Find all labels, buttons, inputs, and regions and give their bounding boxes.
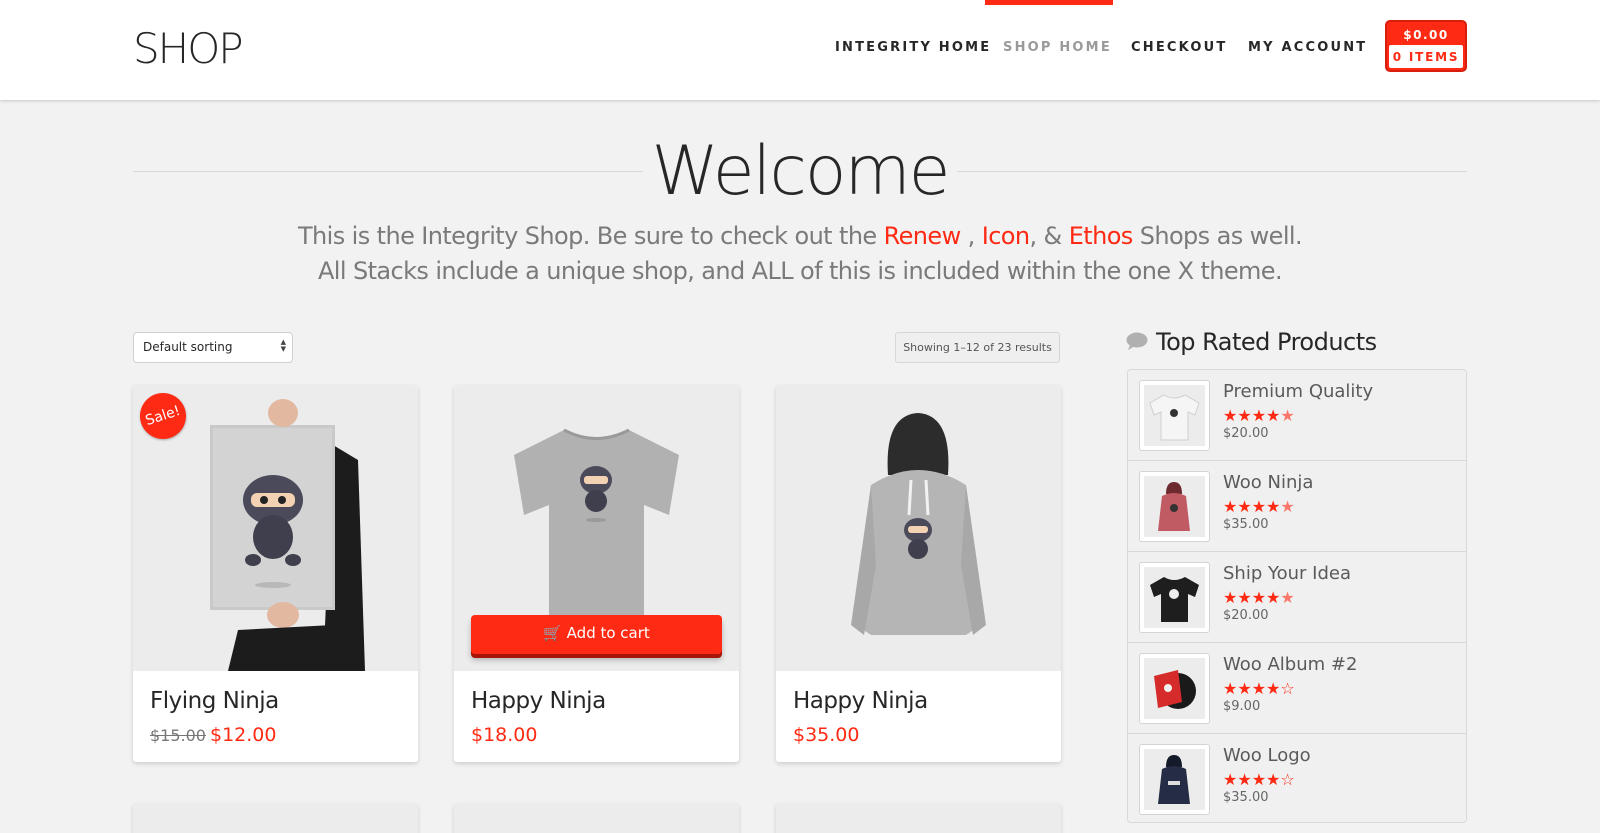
add-to-cart-label: Add to cart <box>566 624 650 642</box>
star-rating: ★★★★☆ <box>1223 679 1295 698</box>
product-price: $15.00 $12.00 <box>150 724 276 746</box>
top-rated-name[interactable]: Woo Logo <box>1223 745 1311 766</box>
product-card-partial[interactable] <box>454 803 739 833</box>
intro-separator: , <box>960 222 982 250</box>
product-title[interactable]: Happy Ninja <box>471 688 606 714</box>
renew-link[interactable]: Renew <box>884 222 962 250</box>
top-rated-price: $20.00 <box>1223 608 1269 623</box>
top-rated-name[interactable]: Ship Your Idea <box>1223 563 1351 584</box>
product-price: $18.00 <box>471 724 538 746</box>
top-rated-name[interactable]: Woo Album #2 <box>1223 654 1357 675</box>
star-rating: ★★★★★ <box>1223 497 1295 516</box>
nav-my-account[interactable]: MY ACCOUNT <box>1248 40 1367 55</box>
product-old-price: $15.00 <box>150 726 206 745</box>
site-header: SHOP INTEGRITY HOME SHOP HOME CHECKOUT M… <box>0 0 1600 100</box>
product-title[interactable]: Happy Ninja <box>793 688 928 714</box>
top-rated-name[interactable]: Woo Ninja <box>1223 472 1313 493</box>
cart-button[interactable]: $0.00 0 ITEMS <box>1385 20 1467 72</box>
top-rated-list: Premium Quality ★★★★★ $20.00 Woo Ninja ★… <box>1127 369 1467 823</box>
product-card[interactable]: Sale! Flying Ninja $15.00 $12.00 <box>133 385 418 762</box>
cart-item-count: 0 ITEMS <box>1389 45 1463 68</box>
product-thumbnail-album[interactable] <box>1139 653 1210 724</box>
product-card[interactable]: 🛒 Add to cart Happy Ninja $18.00 <box>454 385 739 762</box>
icon-link[interactable]: Icon <box>982 222 1030 250</box>
cart-icon: 🛒 <box>543 624 562 642</box>
site-logo[interactable]: SHOP <box>133 24 244 73</box>
top-rated-price: $35.00 <box>1223 790 1269 805</box>
intro-line-2: All Stacks include a unique shop, and AL… <box>317 257 1283 285</box>
nav-checkout[interactable]: CHECKOUT <box>1131 40 1227 55</box>
intro-text: Shops as well. <box>1132 222 1303 250</box>
top-rated-item[interactable]: Woo Logo ★★★★☆ $35.00 <box>1128 734 1466 822</box>
cart-total: $0.00 <box>1403 28 1449 42</box>
product-thumbnail-black-tshirt[interactable] <box>1139 562 1210 633</box>
active-nav-indicator <box>985 0 1113 5</box>
welcome-title: Welcome <box>651 132 950 211</box>
star-rating: ★★★★★ <box>1223 406 1295 425</box>
top-rated-item[interactable]: Ship Your Idea ★★★★★ $20.00 <box>1128 552 1466 643</box>
product-thumbnail-white-tshirt[interactable] <box>1139 380 1210 451</box>
product-card-partial[interactable] <box>776 803 1061 833</box>
sort-value: Default sorting <box>143 340 233 354</box>
top-rated-price: $35.00 <box>1223 517 1269 532</box>
product-card[interactable]: Happy Ninja $35.00 <box>776 385 1061 762</box>
star-rating: ★★★★☆ <box>1223 770 1295 789</box>
product-image-ninja-hoodie[interactable] <box>776 385 1061 671</box>
speech-bubble-icon <box>1126 332 1148 350</box>
result-count: Showing 1–12 of 23 results <box>895 332 1060 363</box>
intro-separator: , & <box>1029 222 1069 250</box>
top-rated-item[interactable]: Woo Ninja ★★★★★ $35.00 <box>1128 461 1466 552</box>
top-rated-item[interactable]: Woo Album #2 ★★★★☆ $9.00 <box>1128 643 1466 734</box>
widget-title: Top Rated Products <box>1156 328 1377 356</box>
product-thumbnail-navy-hoodie[interactable] <box>1139 744 1210 815</box>
product-price: $35.00 <box>793 724 860 746</box>
top-rated-name[interactable]: Premium Quality <box>1223 381 1373 402</box>
add-to-cart-button[interactable]: 🛒 Add to cart <box>471 615 722 654</box>
sort-select[interactable]: Default sorting ▲ ▼ <box>133 332 293 363</box>
top-rated-item[interactable]: Premium Quality ★★★★★ $20.00 <box>1128 370 1466 461</box>
product-thumbnail-red-hoodie[interactable] <box>1139 471 1210 542</box>
product-card-partial[interactable] <box>133 803 418 833</box>
top-rated-price: $9.00 <box>1223 699 1261 714</box>
product-sale-price: $12.00 <box>209 724 277 746</box>
select-arrows-icon: ▲ ▼ <box>280 338 286 353</box>
product-image-ninja-poster[interactable]: Sale! <box>133 385 418 671</box>
top-rated-price: $20.00 <box>1223 426 1269 441</box>
product-image-ninja-tshirt[interactable]: 🛒 Add to cart <box>454 385 739 671</box>
star-rating: ★★★★★ <box>1223 588 1295 607</box>
intro-text: This is the Integrity Shop. Be sure to c… <box>297 222 884 250</box>
intro-line-1: This is the Integrity Shop. Be sure to c… <box>0 222 1600 250</box>
product-title[interactable]: Flying Ninja <box>150 688 279 714</box>
ethos-link[interactable]: Ethos <box>1069 222 1134 250</box>
nav-shop-home[interactable]: SHOP HOME <box>1003 40 1112 55</box>
nav-integrity-home[interactable]: INTEGRITY HOME <box>835 40 991 55</box>
